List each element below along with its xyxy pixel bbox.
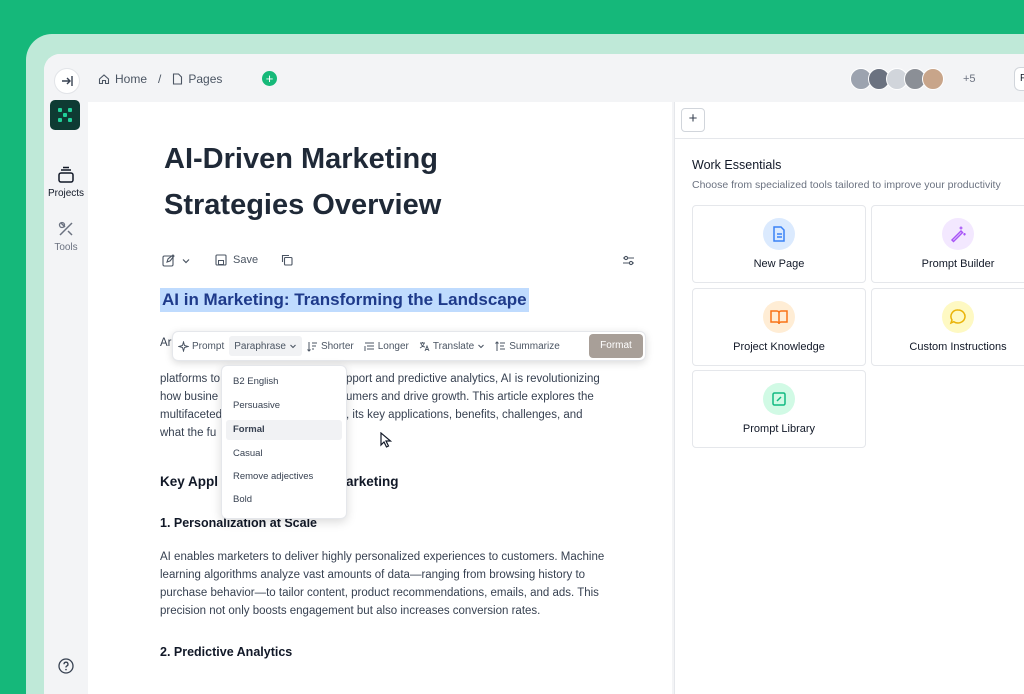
document-icon <box>763 218 795 250</box>
expand-sidebar-button[interactable] <box>54 68 80 94</box>
longer-button[interactable]: Longer <box>359 336 414 356</box>
top-bar: Home / Pages + +5 Feedback <box>88 54 1024 102</box>
document-editor[interactable]: AI-Driven Marketing Strategies Overview … <box>88 102 672 694</box>
format-button[interactable]: Format <box>589 334 643 358</box>
card-project-knowledge[interactable]: Project Knowledge <box>692 288 866 366</box>
breadcrumb-pages[interactable]: Pages <box>188 72 222 86</box>
section-heading: Key Appl <box>160 474 219 489</box>
paraphrase-label: Paraphrase <box>234 340 286 352</box>
help-button[interactable] <box>58 658 74 679</box>
app-window: Projects Tools Home / Pages + +5 Feedbac… <box>44 54 1024 694</box>
card-label: Project Knowledge <box>733 341 825 353</box>
shorten-icon <box>307 341 317 352</box>
tools-icon <box>58 221 73 236</box>
intro-line: pport and predictive analytics, AI is re… <box>346 373 600 385</box>
summarize-label: Summarize <box>509 340 560 352</box>
edit-square-icon <box>763 383 795 415</box>
longer-label: Longer <box>377 340 409 352</box>
breadcrumb: Home / Pages <box>98 72 222 86</box>
magic-wand-icon <box>942 218 974 250</box>
avatar <box>922 68 944 90</box>
work-essentials-title: Work Essentials <box>692 158 782 172</box>
chevron-down-icon <box>182 258 190 263</box>
card-label: Prompt Builder <box>921 258 995 270</box>
nav-tools-label: Tools <box>54 242 78 253</box>
summarize-icon <box>495 340 506 351</box>
sparkle-icon <box>178 340 189 352</box>
card-label: Custom Instructions <box>909 341 1007 353</box>
save-label: Save <box>233 254 259 266</box>
sliders-icon <box>623 255 634 266</box>
edit-icon <box>162 254 175 267</box>
lengthen-icon <box>364 342 374 351</box>
stack-icon <box>58 166 74 183</box>
right-panel-header: + <box>675 102 1024 139</box>
document-settings-button[interactable] <box>622 254 635 267</box>
dropdown-option-formal[interactable]: Formal <box>226 420 342 440</box>
chevron-down-icon <box>290 344 296 349</box>
breadcrumb-home[interactable]: Home <box>115 72 147 86</box>
duplicate-button[interactable] <box>281 254 293 266</box>
translate-icon <box>419 341 430 351</box>
work-essentials-subtitle: Choose from specialized tools tailored t… <box>692 179 1001 191</box>
shorter-button[interactable]: Shorter <box>302 336 359 356</box>
prompt-label: Prompt <box>192 340 225 352</box>
dropdown-option-casual[interactable]: Casual <box>226 444 342 464</box>
nav-tools[interactable]: Tools <box>44 220 88 253</box>
new-tab-button[interactable]: + <box>681 108 705 132</box>
expand-icon <box>62 76 73 86</box>
intro-line: umers and drive growth. This article exp… <box>346 391 594 403</box>
page-icon <box>173 73 183 85</box>
paraphrase-button[interactable]: Paraphrase <box>229 336 302 356</box>
dropdown-option-bold[interactable]: Bold <box>226 490 342 510</box>
feedback-button[interactable]: Feedback <box>1014 67 1024 91</box>
nav-projects-label: Projects <box>47 188 85 199</box>
mouse-cursor-icon <box>380 432 393 448</box>
more-collaborators-count[interactable]: +5 <box>963 73 976 85</box>
card-prompt-library[interactable]: Prompt Library <box>692 370 866 448</box>
intro-line: , its key applications, benefits, challe… <box>346 409 583 421</box>
nav-projects[interactable]: Projects <box>44 166 88 199</box>
section-heading: arketing <box>346 474 399 489</box>
ai-format-toolbar: Prompt Paraphrase Shorter Longer Transla… <box>172 331 646 361</box>
prompt-button[interactable]: Prompt <box>173 336 229 356</box>
book-icon <box>763 301 795 333</box>
chat-bubble-icon <box>942 301 974 333</box>
copy-icon <box>281 254 293 266</box>
save-icon <box>215 254 227 266</box>
breadcrumb-separator: / <box>158 72 162 86</box>
subsection-heading: 2. Predictive Analytics <box>160 645 293 659</box>
chevron-down-icon <box>478 344 485 349</box>
right-panel: + Work Essentials Choose from specialize… <box>674 102 1024 694</box>
dropdown-option-b2-english[interactable]: B2 English <box>226 372 342 392</box>
paraphrase-dropdown: B2 English Persuasive Formal Casual Remo… <box>221 365 347 519</box>
translate-label: Translate <box>432 340 475 352</box>
shorter-label: Shorter <box>320 340 354 352</box>
card-label: Prompt Library <box>742 423 816 435</box>
card-label: New Page <box>753 258 805 270</box>
left-rail: Projects Tools <box>44 54 88 694</box>
add-page-button[interactable]: + <box>262 71 277 86</box>
card-new-page[interactable]: New Page <box>692 205 866 283</box>
selected-heading[interactable]: AI in Marketing: Transforming the Landsc… <box>160 288 529 312</box>
page-title[interactable]: AI-Driven Marketing Strategies Overview <box>164 136 584 228</box>
card-prompt-builder[interactable]: Prompt Builder <box>871 205 1024 283</box>
home-icon <box>98 74 110 85</box>
edit-menu[interactable] <box>162 254 191 267</box>
save-button[interactable]: Save <box>215 254 258 266</box>
dropdown-option-persuasive[interactable]: Persuasive <box>226 396 342 416</box>
paragraph: AI enables marketers to deliver highly p… <box>160 551 605 617</box>
translate-button[interactable]: Translate <box>414 336 490 356</box>
app-logo[interactable] <box>50 100 80 130</box>
help-icon <box>58 658 74 674</box>
summarize-button[interactable]: Summarize <box>490 336 565 356</box>
dropdown-option-remove-adjectives[interactable]: Remove adjectives <box>226 467 342 487</box>
card-custom-instructions[interactable]: Custom Instructions <box>871 288 1024 366</box>
